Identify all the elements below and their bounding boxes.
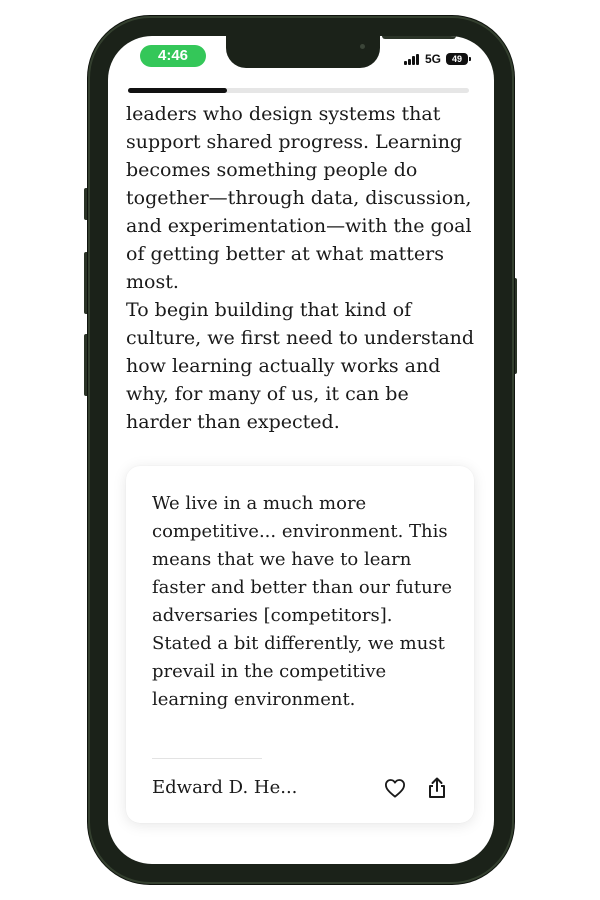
quote-card[interactable]: We live in a much more competitive... en… bbox=[126, 466, 474, 823]
like-button[interactable] bbox=[382, 775, 408, 801]
share-icon bbox=[429, 777, 445, 798]
reading-progress-fill bbox=[128, 88, 227, 93]
earpiece bbox=[382, 36, 456, 39]
quote-divider bbox=[152, 758, 262, 759]
status-time[interactable]: 4:46 bbox=[140, 45, 206, 67]
article-paragraph: To begin building that kind of culture, … bbox=[126, 299, 475, 433]
phone-screen: 4:46 5G 49 leaders who design systems th… bbox=[108, 36, 494, 864]
notch bbox=[226, 36, 456, 68]
battery-icon: 49 bbox=[446, 53, 471, 65]
reading-progress-bar bbox=[128, 88, 469, 93]
status-indicators: 5G 49 bbox=[403, 52, 471, 66]
share-button[interactable] bbox=[424, 775, 450, 801]
signal-icon bbox=[403, 53, 420, 65]
quote-author: Edward D. He... bbox=[152, 777, 298, 798]
camera-icon bbox=[360, 44, 365, 49]
quote-text: We live in a much more competitive... en… bbox=[152, 493, 452, 710]
heart-icon bbox=[384, 779, 405, 798]
article-paragraph: leaders who design systems that support … bbox=[126, 103, 472, 293]
article-body: leaders who design systems that support … bbox=[126, 100, 476, 436]
network-label: 5G bbox=[424, 52, 441, 66]
